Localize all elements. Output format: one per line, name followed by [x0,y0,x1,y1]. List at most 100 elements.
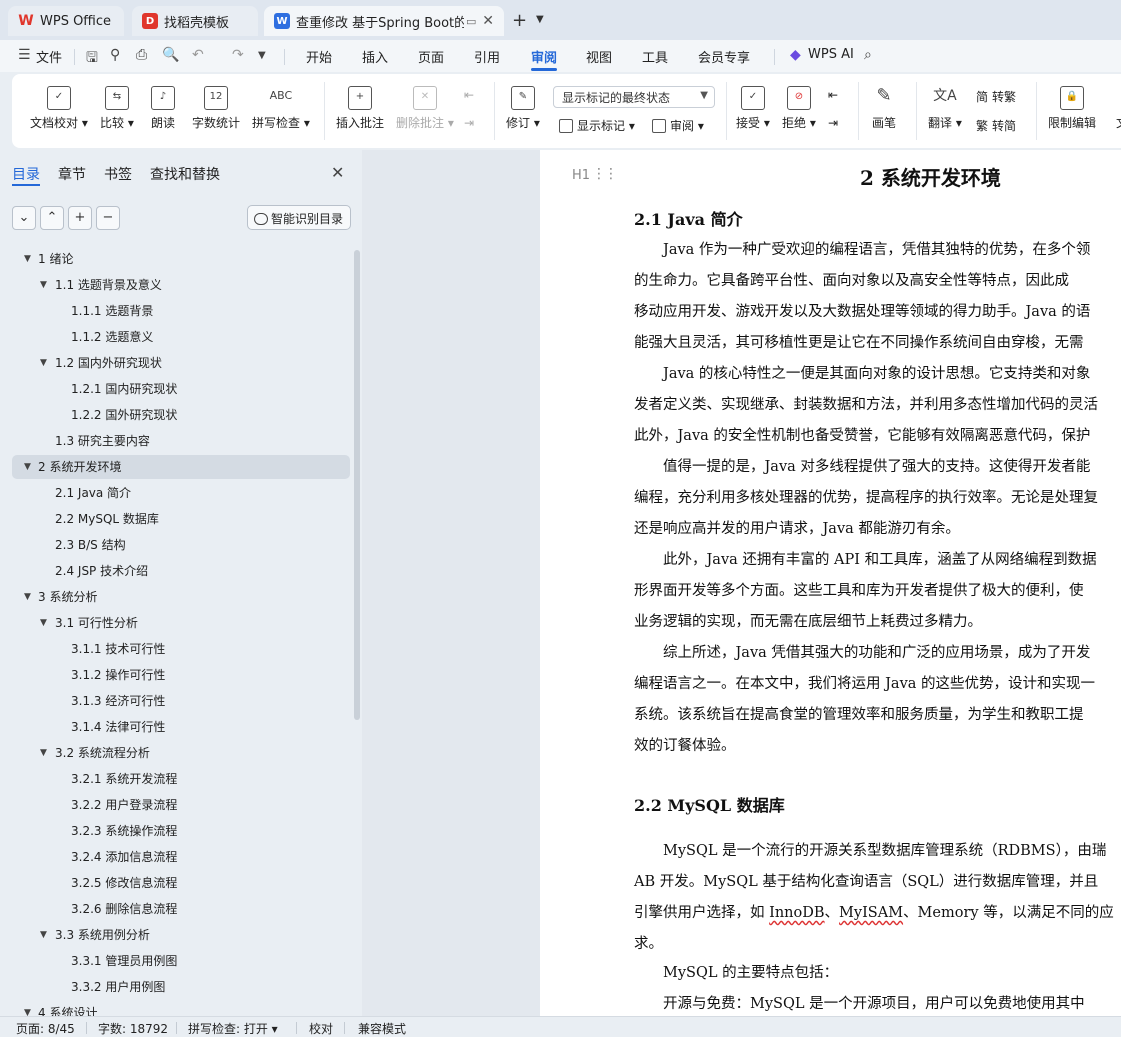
toc-item[interactable]: 1.3 研究主要内容 [12,429,350,453]
toc-item[interactable]: 3.1.4 法律可行性 [12,715,350,739]
doc-check-button[interactable]: ✓ 文档校对 ▾ [30,86,88,131]
expand-arrow-icon[interactable]: ▼ [40,741,47,765]
heading-level-marker[interactable]: H1 [572,168,590,183]
search-icon[interactable]: ⌕ [864,47,872,63]
nav-tab-toc[interactable]: 目录 [12,164,40,184]
expand-arrow-icon[interactable]: ▼ [24,455,31,479]
prev-change-icon[interactable]: ⇤ [828,88,838,102]
insert-comment-button[interactable]: + 插入批注 [336,86,384,131]
toc-item[interactable]: 3.2.2 用户登录流程 [12,793,350,817]
toc-item[interactable]: 3.1.1 技术可行性 [12,637,350,661]
prev-comment-icon[interactable]: ⇤ [464,88,474,102]
chevron-down-icon[interactable]: ▼ [536,14,544,25]
collapse-all-button[interactable]: ⌄ [12,206,36,230]
word-count-indicator[interactable]: 字数: 18792 [98,1020,168,1037]
toc-item[interactable]: 3.1.2 操作可行性 [12,663,350,687]
toc-item[interactable]: 2.4 JSP 技术介绍 [12,559,350,583]
toc-item[interactable]: 3.2.1 系统开发流程 [12,767,350,791]
delete-comment-button[interactable]: ✕ 删除批注 ▾ [396,86,454,131]
toc-item[interactable]: 2.2 MySQL 数据库 [12,507,350,531]
toc-item[interactable]: 3.2.6 删除信息流程 [12,897,350,921]
expand-arrow-icon[interactable]: ▼ [24,585,31,609]
read-aloud-button[interactable]: ♪ 朗读 [151,86,175,131]
redo-icon[interactable]: ↷ [232,47,244,63]
menu-wps-ai[interactable]: WPS AI [808,47,854,62]
toc-item[interactable]: ▼ 3.2 系统流程分析 [12,741,350,765]
toc-item[interactable]: ▼ 3.1 可行性分析 [12,611,350,635]
drag-handle-icon[interactable]: ⋮⋮ [592,166,618,182]
share-icon[interactable]: ⚲ [110,47,120,63]
word-count-button[interactable]: 12 字数统计 [192,86,240,131]
expand-arrow-icon[interactable]: ▼ [40,923,47,947]
spell-check-button[interactable]: ABC 拼写检查 ▾ [252,86,310,131]
nav-tab-bookmarks[interactable]: 书签 [104,164,132,184]
toc-item[interactable]: ▼ 3.3 系统用例分析 [12,923,350,947]
menu-review[interactable]: 审阅 [531,47,557,66]
print-icon[interactable]: ⎙ [136,47,147,63]
to-simplified-button[interactable]: 繁 转简 [976,117,1016,134]
show-markup-button[interactable]: 显示标记 ▾ [559,117,635,134]
toc-item[interactable]: ▼ 1 绪论 [12,247,350,271]
toc-item[interactable]: 1.2.2 国外研究现状 [12,403,350,427]
toc-item[interactable]: 2.1 Java 简介 [12,481,350,505]
expand-arrow-icon[interactable]: ▼ [40,273,47,297]
spelling-flag[interactable]: InnoDB [769,905,824,921]
spell-check-status[interactable]: 拼写检查: 打开 ▾ [188,1020,278,1037]
tab-wps-office[interactable]: W WPS Office [8,6,124,36]
page-indicator[interactable]: 页面: 8/45 [16,1020,75,1037]
tab-current-document[interactable]: W 查重修改 基于Spring Boot的 ▭ ✕ [264,6,504,36]
next-change-icon[interactable]: ⇥ [828,116,838,130]
toc-item[interactable]: ▼ 2 系统开发环境 [12,455,350,479]
toc-item[interactable]: 2.3 B/S 结构 [12,533,350,557]
expand-arrow-icon[interactable]: ▼ [24,1001,31,1016]
chevron-down-icon[interactable]: ▼ [258,50,266,61]
accept-button[interactable]: ✓ 接受 ▾ [736,86,770,131]
overflow-ribbon-button[interactable]: 文 [1110,86,1121,131]
toc-item[interactable]: ▼ 1.2 国内外研究现状 [12,351,350,375]
menu-home[interactable]: 开始 [306,47,332,66]
close-tab-icon[interactable]: ✕ [482,13,494,29]
menu-tools[interactable]: 工具 [642,47,668,66]
toc-item[interactable]: 1.1.1 选题背景 [12,299,350,323]
menu-membership[interactable]: 会员专享 [698,47,750,66]
toc-item[interactable]: 1.2.1 国内研究现状 [12,377,350,401]
nav-tab-find-replace[interactable]: 查找和替换 [150,164,220,184]
revise-button[interactable]: ✎ 修订 ▾ [506,86,540,131]
close-icon[interactable]: ✕ [331,163,344,182]
expand-up-button[interactable]: ⌃ [40,206,64,230]
to-traditional-button[interactable]: 简 转繁 [976,88,1016,105]
toc-scrollbar[interactable] [354,250,360,720]
menu-references[interactable]: 引用 [474,47,500,66]
tab-templates[interactable]: D 找稻壳模板 [132,6,258,36]
expand-arrow-icon[interactable]: ▼ [24,247,31,271]
toc-item[interactable]: 3.3.1 管理员用例图 [12,949,350,973]
proofread-status[interactable]: 校对 [309,1020,333,1037]
toc-item[interactable]: 3.3.2 用户用例图 [12,975,350,999]
nav-tab-chapters[interactable]: 章节 [58,164,86,184]
menu-file[interactable]: 文件 [36,47,62,66]
toc-item[interactable]: ▼ 1.1 选题背景及意义 [12,273,350,297]
next-comment-icon[interactable]: ⇥ [464,116,474,130]
menu-view[interactable]: 视图 [586,47,612,66]
expand-arrow-icon[interactable]: ▼ [40,611,47,635]
undo-icon[interactable]: ↶ [192,47,204,63]
reject-button[interactable]: ⊘ 拒绝 ▾ [782,86,816,131]
smart-toc-button[interactable]: 智能识别目录 [247,205,351,230]
hamburger-icon[interactable]: ☰ [18,47,31,63]
toc-item[interactable]: 3.2.5 修改信息流程 [12,871,350,895]
toc-item[interactable]: 1.1.2 选题意义 [12,325,350,349]
print-preview-icon[interactable]: 🔍 [162,47,179,63]
toc-item[interactable]: 3.2.3 系统操作流程 [12,819,350,843]
toc-item[interactable]: 3.2.4 添加信息流程 [12,845,350,869]
review-pane-button[interactable]: 审阅 ▾ [652,117,704,134]
translate-button[interactable]: 文A 翻译 ▾ [928,86,962,131]
compare-button[interactable]: ⇆ 比较 ▾ [100,86,134,131]
monitor-icon[interactable]: ▭ [466,15,476,28]
toc-item[interactable]: ▼ 3 系统分析 [12,585,350,609]
add-heading-button[interactable]: + [68,206,92,230]
menu-page[interactable]: 页面 [418,47,444,66]
toc-item[interactable]: 3.1.3 经济可行性 [12,689,350,713]
remove-heading-button[interactable]: − [96,206,120,230]
pen-button[interactable]: ✎ 画笔 [872,86,896,131]
restrict-edit-button[interactable]: 🔒 限制编辑 [1048,86,1096,131]
